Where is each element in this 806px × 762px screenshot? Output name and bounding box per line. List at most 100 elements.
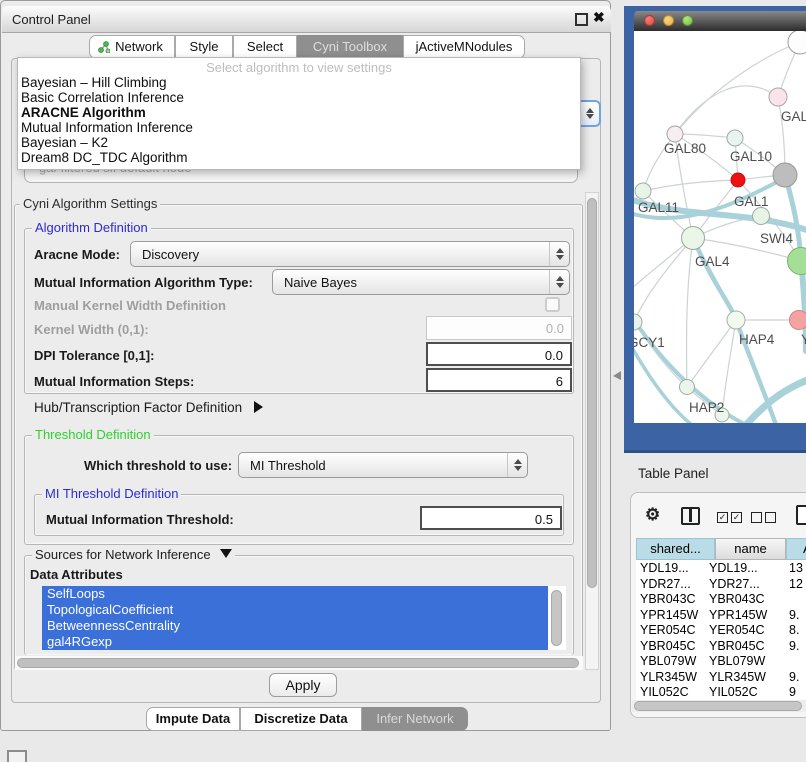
algorithm-popup-hint: Select algorithm to view settings [18,60,580,75]
settings-horizontal-scrollbar[interactable] [15,656,583,670]
control-panel-title: Control Panel [12,12,91,27]
column-header-name[interactable]: name [715,538,786,560]
settings-vertical-scrollbar-thumb[interactable] [587,198,597,588]
dpi-tolerance-label: DPI Tolerance [0,1]: [34,348,154,363]
data-attributes-label: Data Attributes [30,567,123,582]
tab-impute-data-label: Impute Data [156,711,230,726]
network-node[interactable] [788,248,806,275]
mi-threshold-field[interactable]: 0.5 [420,506,562,530]
kernel-width-field[interactable]: 0.0 [426,316,572,340]
select-all-checkbox-icon[interactable]: ✓ [717,512,728,523]
network-node[interactable] [790,311,806,330]
tab-network[interactable]: Network [89,35,175,59]
float-window-icon[interactable] [575,13,588,26]
network-node[interactable] [753,208,770,225]
table-row[interactable]: YDL19...YDL19...13 [636,560,806,576]
network-node[interactable] [682,227,705,250]
control-panel-titlebar[interactable]: Control Panel ✖ [2,6,611,33]
table-row[interactable]: YER054CYER054C8. [636,622,806,638]
settings-horizontal-scrollbar-thumb[interactable] [17,658,579,668]
network-view-window[interactable]: GALGAL80GAL10GAL1GAL11SWI4GAL4HAP4YGCY1H… [624,6,806,453]
mi-algorithm-type-combo[interactable]: Naive Bayes [272,269,570,295]
list-item[interactable]: TopologicalCoefficient [42,602,548,618]
column-header-shared-name[interactable]: shared... [636,538,715,560]
gear-icon[interactable]: ⚙ [645,505,660,525]
hub-definition-toggle[interactable]: Hub/Transcription Factor Definition [34,400,263,415]
network-node[interactable] [667,126,683,142]
network-node-label: HAP2 [689,400,724,415]
table-row[interactable]: YDR27...YDR27...12 [636,576,806,592]
network-node[interactable] [773,163,797,187]
table-row[interactable]: YLR345WYLR345W9. [636,669,806,685]
tab-cyni-toolbox[interactable]: Cyni Toolbox [297,35,403,59]
tab-select[interactable]: Select [233,35,297,59]
columns-icon[interactable] [681,507,700,525]
apply-button[interactable]: Apply [269,673,337,697]
tab-style[interactable]: Style [175,35,233,59]
list-item[interactable]: BetweennessCentrality [42,618,548,634]
network-node-label: GAL1 [734,194,769,209]
mi-steps-label: Mutual Information Steps: [34,374,194,389]
mi-threshold-group-title: MI Threshold Definition [42,487,181,500]
settings-vertical-scrollbar[interactable] [585,192,599,670]
tab-style-label: Style [190,39,219,54]
network-node[interactable] [680,380,695,395]
dock-panel-icon[interactable] [7,750,27,762]
deselect-all-checkbox-icon[interactable] [751,512,762,523]
collapse-triangle-icon[interactable] [220,549,232,558]
close-icon[interactable]: ✖ [593,9,605,26]
table-panel-title: Table Panel [638,466,709,481]
network-node[interactable] [731,173,745,187]
new-table-icon[interactable] [796,505,806,525]
table-row[interactable]: YBR043CYBR043C [636,591,806,607]
zoom-traffic-light-icon[interactable] [682,15,693,26]
network-icon [98,41,110,53]
tab-discretize-data[interactable]: Discretize Data [240,707,362,731]
aracne-mode-combo[interactable]: Discovery [130,241,570,267]
manual-kernel-width-checkbox[interactable] [545,297,560,312]
algorithm-option[interactable]: Mutual Information Inference [21,120,571,135]
network-node[interactable] [727,311,745,329]
aracne-mode-label: Aracne Mode: [34,247,120,262]
algorithm-dropdown-popup: Select algorithm to view settings Bayesi… [17,57,581,170]
column-header-partial[interactable]: A [786,538,806,560]
sources-group-title[interactable]: Sources for Network Inference [32,548,235,561]
mi-steps-field[interactable]: 6 [426,368,572,392]
select-all-checkbox-icon[interactable]: ✓ [731,512,742,523]
network-node-label: GCY1 [634,335,665,350]
table-row[interactable]: YBR045CYBR045C9. [636,638,806,654]
table-row[interactable]: YIL052CYIL052C9 [636,684,806,700]
network-node[interactable] [788,31,806,54]
minimize-traffic-light-icon[interactable] [663,15,674,26]
threshold-definition-title: Threshold Definition [32,428,154,441]
expand-triangle-icon[interactable] [254,401,263,413]
table-horizontal-scrollbar[interactable] [632,700,806,712]
tab-jactivemnodules[interactable]: jActiveMNodules [403,35,525,59]
network-window-titlebar[interactable] [634,11,806,31]
algorithm-option[interactable]: Dream8 DC_TDC Algorithm [21,150,571,165]
list-scrollbar-thumb[interactable] [551,590,562,646]
algorithm-option[interactable]: Bayesian – K2 [21,135,571,150]
deselect-all-checkbox-icon[interactable] [765,512,776,523]
network-node[interactable] [769,88,787,106]
network-node[interactable] [727,130,743,146]
list-item[interactable]: gal4RGexp [42,634,548,650]
which-threshold-combo[interactable]: MI Threshold [238,452,528,478]
close-traffic-light-icon[interactable] [644,15,655,26]
algorithm-option[interactable]: Bayesian – Hill Climbing [21,75,571,90]
data-attributes-list: SelfLoops TopologicalCoefficient Between… [42,586,566,650]
algorithm-option[interactable]: Basic Correlation Inference [21,90,571,105]
tab-infer-network[interactable]: Infer Network [362,707,468,731]
network-node-label: GAL4 [695,254,730,269]
aracne-mode-value: Discovery [142,247,199,262]
table-row[interactable]: YBL079WYBL079W [636,653,806,669]
list-item[interactable]: SelfLoops [42,586,548,602]
algorithm-option-selected[interactable]: ARACNE Algorithm [21,105,571,120]
combo-stepper-icon [549,270,569,294]
network-canvas[interactable]: GALGAL80GAL10GAL1GAL11SWI4GAL4HAP4YGCY1H… [634,31,806,423]
table-horizontal-scrollbar-thumb[interactable] [634,701,802,711]
dpi-tolerance-field[interactable]: 0.0 [426,342,572,366]
tab-impute-data[interactable]: Impute Data [146,707,240,731]
table-row[interactable]: YPR145WYPR145W9. [636,607,806,623]
network-node[interactable] [635,183,651,199]
